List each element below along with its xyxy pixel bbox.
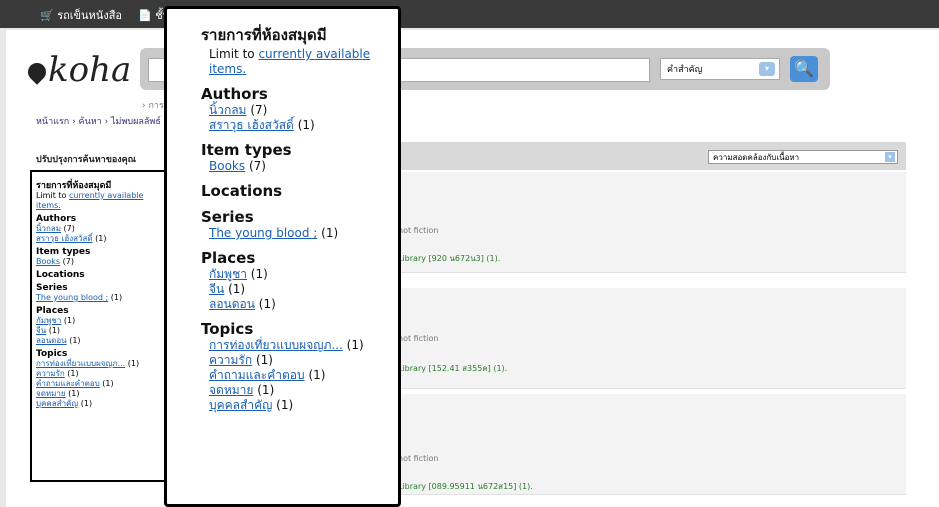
facet-topic-5[interactable]: บุคคลสำคัญ <box>209 398 272 412</box>
facet-series-1[interactable]: The young blood ; <box>209 226 317 240</box>
facet-topic-2[interactable]: ความรัก <box>209 353 252 367</box>
facet-series-heading: Series <box>201 208 254 226</box>
top-navbar: 🛒 รถเข็นหนังสือ 📄 ชั้น <box>0 0 939 28</box>
facet-topic-4[interactable]: จดหมาย <box>209 383 253 397</box>
facet-places-heading: Places <box>201 249 256 267</box>
facet-authors-heading: Authors <box>201 85 268 103</box>
facets-zoom-popup: รายการที่ห้องสมุดมี Limit to currently a… <box>164 6 401 507</box>
facet-locations-heading: Locations <box>36 270 85 280</box>
koha-drop-icon <box>24 59 50 85</box>
facet-place-1[interactable]: กัมพูชา <box>209 267 247 281</box>
facet-place-2[interactable]: จีน <box>36 326 46 335</box>
result-type: not fiction <box>398 334 439 343</box>
facet-topic-2[interactable]: ความรัก <box>36 369 65 378</box>
facet-series-heading: Series <box>36 283 68 293</box>
facet-books[interactable]: Books <box>36 257 60 266</box>
result-row: not fiction Library [152.41 ส355ค] (1). <box>396 288 906 389</box>
masthead-link[interactable]: › การ <box>142 98 164 112</box>
facet-locations-heading: Locations <box>201 182 283 200</box>
facet-libraries-heading: รายการที่ห้องสมุดมี <box>36 181 112 191</box>
facet-author-1[interactable]: นิ้วกลม <box>209 103 246 117</box>
facet-author-2[interactable]: สราวุธ เฮ้งสวัสดิ์ <box>36 234 93 243</box>
result-row: not fiction Library [920 น672น3] (1). <box>396 172 906 273</box>
result-type: not fiction <box>398 226 439 235</box>
facet-itemtypes-heading: Item types <box>201 141 292 159</box>
facet-authors-heading: Authors <box>36 214 77 224</box>
search-index-select[interactable]: คำสำคัญ ▾ <box>660 58 780 80</box>
refine-search-title: ปรับปรุงการค้นหาของคุณ <box>36 155 137 165</box>
breadcrumb: หน้าแรก › ค้นหา › ไม่พบผลลัพธ์ <box>36 117 161 127</box>
facet-topics-heading: Topics <box>201 320 254 338</box>
facet-place-3[interactable]: ลอนดอน <box>36 336 67 345</box>
facet-topic-1[interactable]: การท่องเที่ยวแบบผจญภ... <box>36 359 125 368</box>
facet-topic-5[interactable]: บุคคลสำคัญ <box>36 399 78 408</box>
facet-author-2[interactable]: สราวุธ เฮ้งสวัสดิ์ <box>209 118 294 132</box>
results-header: ความสอดคล้องกับเนื้อหา ▾ <box>396 142 906 170</box>
result-location[interactable]: Library [920 น672น3] (1). <box>398 252 500 265</box>
chevron-down-icon: ▾ <box>759 62 775 76</box>
facets-sidebar: รายการที่ห้องสมุดมี Limit to currently a… <box>30 170 166 482</box>
facet-places-heading: Places <box>36 306 69 316</box>
facet-place-2[interactable]: จีน <box>209 282 224 296</box>
facet-topic-1[interactable]: การท่องเที่ยวแบบผจญภ... <box>209 338 343 352</box>
facet-itemtypes-heading: Item types <box>36 247 91 257</box>
result-row: not fiction Library [089.95911 น672ส15] … <box>396 394 906 495</box>
chevron-down-icon: ▾ <box>885 152 895 162</box>
sort-select[interactable]: ความสอดคล้องกับเนื้อหา ▾ <box>708 150 898 164</box>
facet-topics-heading: Topics <box>36 349 68 359</box>
koha-logo[interactable]: koha <box>24 50 131 90</box>
facet-books[interactable]: Books <box>209 159 245 173</box>
facet-place-3[interactable]: ลอนดอน <box>209 297 255 311</box>
search-button[interactable]: 🔍 <box>790 56 818 82</box>
facet-topic-3[interactable]: คำถามและคำตอบ <box>36 379 100 388</box>
facet-series-1[interactable]: The young blood ; <box>36 293 108 302</box>
facet-author-1[interactable]: นิ้วกลม <box>36 224 61 233</box>
cart-link[interactable]: 🛒 รถเข็นหนังสือ <box>40 6 122 24</box>
facet-libraries-heading: รายการที่ห้องสมุดมี <box>201 26 327 44</box>
result-location[interactable]: Library [152.41 ส355ค] (1). <box>398 362 507 375</box>
result-location[interactable]: Library [089.95911 น672ส15] (1). <box>398 480 533 493</box>
facet-topic-4[interactable]: จดหมาย <box>36 389 66 398</box>
facet-place-1[interactable]: กัมพูชา <box>36 316 61 325</box>
facet-topic-3[interactable]: คำถามและคำตอบ <box>209 368 305 382</box>
result-type: not fiction <box>398 454 439 463</box>
